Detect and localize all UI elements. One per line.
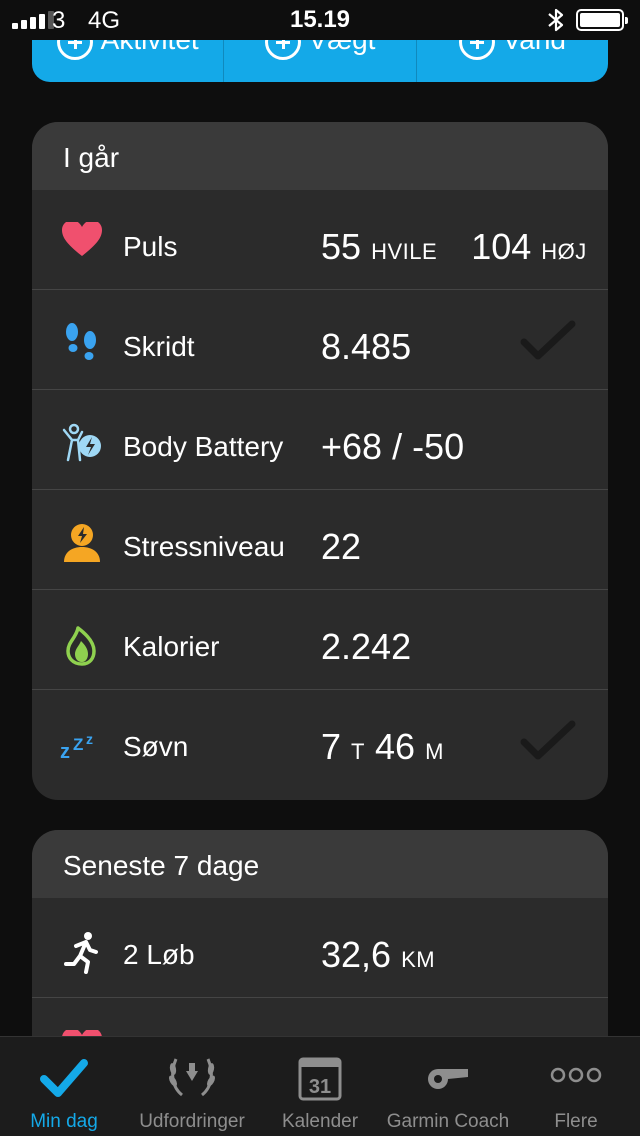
- runs-distance: 32,6: [321, 934, 392, 975]
- calendar-icon: 31: [298, 1057, 342, 1101]
- body-battery-value: +68 / -50: [321, 426, 465, 467]
- sleep-minutes: 46: [375, 726, 416, 767]
- flame-icon: [66, 626, 96, 666]
- checkmark-icon: [40, 1059, 88, 1097]
- sleep-label: Søvn: [123, 731, 189, 762]
- tab-label: Udfordringer: [139, 1111, 245, 1132]
- whistle-icon: [428, 1069, 468, 1089]
- bluetooth-icon: [548, 8, 564, 32]
- runs-label: 2 Løb: [123, 939, 195, 970]
- tab-flere[interactable]: Flere: [512, 1037, 640, 1136]
- stress-icon: [64, 524, 100, 562]
- tab-label: Garmin Coach: [386, 1111, 510, 1132]
- heart-icon: [62, 222, 102, 256]
- stress-value: 22: [321, 526, 362, 567]
- body-battery-label: Body Battery: [123, 431, 284, 462]
- tab-garmin-coach[interactable]: Garmin Coach: [384, 1037, 512, 1136]
- svg-text:z: z: [86, 731, 93, 747]
- sleep-zzz-icon: z Z z: [60, 731, 93, 763]
- status-bar: 3 4G 15.19: [0, 0, 640, 40]
- running-icon: [64, 932, 98, 974]
- goal-check-icon: [520, 720, 576, 760]
- calories-value: 2.242: [321, 626, 412, 667]
- footprints-icon: [66, 323, 96, 360]
- sleep-row[interactable]: z Z z Søvn 7 T 46 M: [32, 690, 608, 790]
- battery-icon: [576, 9, 628, 31]
- tab-min-dag[interactable]: Min dag: [0, 1037, 128, 1136]
- steps-label: Skridt: [123, 331, 195, 362]
- runs-row[interactable]: 2 Løb 32,6 KM: [32, 898, 608, 998]
- card-title: Seneste 7 dage: [32, 830, 608, 898]
- resting-pulse-unit: HVILE: [371, 239, 438, 264]
- high-pulse-value: 104: [471, 226, 532, 267]
- tab-kalender[interactable]: 31 Kalender: [256, 1037, 384, 1136]
- clock: 15.19: [289, 6, 351, 33]
- svg-text:z: z: [60, 741, 70, 763]
- tab-label: Min dag: [30, 1111, 98, 1132]
- sleep-minutes-unit: M: [425, 739, 444, 764]
- sleep-hours: 7: [321, 726, 342, 767]
- pulse-value: 55 HVILE 104 HØJ: [321, 226, 587, 268]
- calendar-date: 31: [309, 1076, 331, 1098]
- body-battery-row[interactable]: Body Battery +68 / -50: [32, 390, 608, 490]
- pulse-label: Puls: [123, 231, 178, 262]
- laurel-icon: [169, 1058, 215, 1097]
- stress-row[interactable]: Stressniveau 22: [32, 490, 608, 590]
- steps-row[interactable]: Skridt 8.485: [32, 290, 608, 390]
- svg-text:Z: Z: [73, 735, 83, 754]
- goal-check-icon: [520, 320, 576, 360]
- stress-label: Stressniveau: [123, 531, 285, 562]
- steps-value: 8.485: [321, 326, 412, 367]
- runs-value: 32,6 KM: [321, 934, 435, 976]
- yesterday-card: I går Puls 55 HVILE 104 HØJ Skridt 8.485: [32, 122, 608, 800]
- sleep-value: 7 T 46 M: [321, 726, 444, 768]
- runs-distance-unit: KM: [401, 947, 436, 972]
- high-pulse-unit: HØJ: [541, 239, 587, 264]
- more-icon: [550, 1067, 602, 1083]
- calories-row[interactable]: Kalorier 2.242: [32, 590, 608, 690]
- calories-label: Kalorier: [123, 631, 220, 662]
- tab-label: Kalender: [281, 1111, 359, 1132]
- tab-udfordringer[interactable]: Udfordringer: [128, 1037, 256, 1136]
- sleep-hours-unit: T: [351, 739, 365, 764]
- tab-bar: Min dag Udfordringer 31 Kalender Garmin …: [0, 1036, 640, 1136]
- tab-label: Flere: [554, 1111, 598, 1132]
- card-title: I går: [32, 122, 608, 190]
- resting-pulse-value: 55: [321, 226, 362, 267]
- pulse-row[interactable]: Puls 55 HVILE 104 HØJ: [32, 190, 608, 290]
- body-battery-icon: [62, 423, 101, 462]
